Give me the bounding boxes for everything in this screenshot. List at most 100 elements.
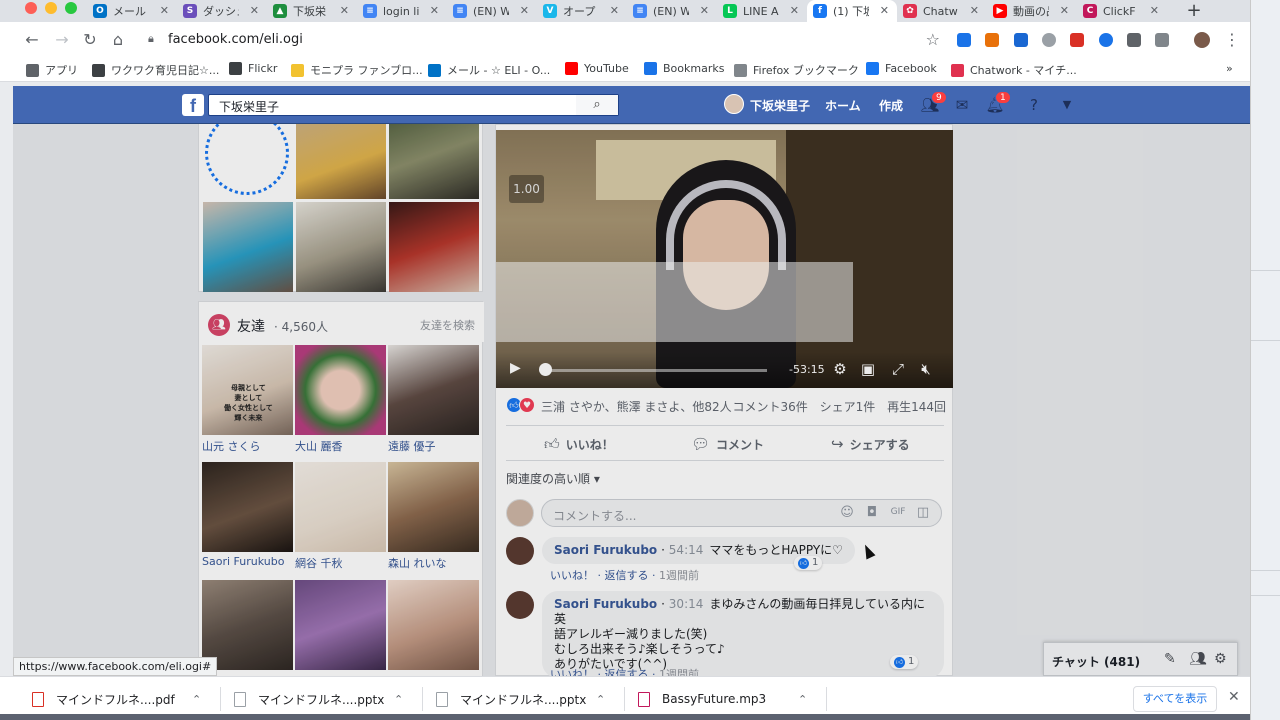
browser-tab[interactable]: ≡ login li ✕ bbox=[357, 0, 447, 22]
photo-thumbnail[interactable] bbox=[389, 124, 479, 199]
extension-icon-7[interactable] bbox=[1127, 33, 1141, 47]
friend-name[interactable]: 大山 麗香 bbox=[295, 438, 343, 454]
friend-name[interactable]: 網谷 千秋 bbox=[295, 555, 343, 571]
facebook-logo-icon[interactable]: f bbox=[182, 94, 204, 116]
bookmark-star-icon[interactable]: ☆ bbox=[926, 30, 940, 49]
browser-tab[interactable]: O メール ✕ bbox=[87, 0, 177, 22]
bookmark-item[interactable]: アプリ bbox=[26, 62, 78, 78]
fullscreen-icon[interactable]: ⤢ bbox=[889, 360, 907, 378]
comment-avatar[interactable] bbox=[506, 537, 534, 565]
comment-sort-dropdown[interactable]: 関連度の高い順 ▾ bbox=[506, 470, 600, 487]
close-tab-icon[interactable]: ✕ bbox=[250, 4, 259, 17]
close-tab-icon[interactable]: ✕ bbox=[880, 4, 889, 17]
close-window-button[interactable] bbox=[25, 2, 37, 14]
friend-photo[interactable] bbox=[295, 462, 386, 552]
download-item[interactable]: マインドフルネ....pptx ⌃ bbox=[234, 689, 414, 709]
bookmark-item[interactable]: ワクワク育児日記☆... bbox=[92, 62, 219, 78]
photo-thumbnail[interactable] bbox=[296, 124, 386, 199]
comment-age[interactable]: 1週間前 bbox=[659, 668, 699, 676]
close-tab-icon[interactable]: ✕ bbox=[430, 4, 439, 17]
emoji-icon[interactable]: ☺ bbox=[839, 505, 855, 520]
comment-timestamp[interactable]: 54:14 bbox=[669, 543, 704, 557]
bookmarks-more-icon[interactable]: » bbox=[1226, 62, 1233, 75]
home-icon[interactable]: ⌂ bbox=[108, 30, 128, 49]
browser-tab[interactable]: ≡ (EN) W ✕ bbox=[627, 0, 717, 22]
browser-tab[interactable]: C ClickF ✕ bbox=[1077, 0, 1167, 22]
user-avatar[interactable] bbox=[724, 94, 744, 114]
comment-author[interactable]: Saori Furukubo bbox=[554, 543, 657, 557]
maximize-window-button[interactable] bbox=[65, 2, 77, 14]
show-all-downloads-button[interactable]: すべてを表示 bbox=[1133, 686, 1217, 712]
browser-tab[interactable]: ✿ Chatw ✕ bbox=[897, 0, 987, 22]
create-link[interactable]: 作成 bbox=[879, 97, 903, 114]
comment-reply-link[interactable]: 返信する bbox=[605, 569, 649, 582]
search-icon[interactable]: ⌕ bbox=[576, 95, 618, 115]
bookmark-item[interactable]: YouTube bbox=[565, 62, 629, 75]
download-options-icon[interactable]: ⌃ bbox=[394, 693, 403, 706]
download-item[interactable]: BassyFuture.mp3 ⌃ bbox=[638, 689, 818, 709]
browser-menu-icon[interactable]: ⋮ bbox=[1224, 30, 1240, 49]
chat-label[interactable]: チャット (481) bbox=[1052, 653, 1140, 670]
friend-photo[interactable] bbox=[295, 580, 386, 670]
chat-bar[interactable]: チャット (481) ✎ 👥︎ ⚙ bbox=[1043, 642, 1238, 676]
reaction-names[interactable]: 三浦 さやか、熊澤 まさよ、他82人 bbox=[541, 398, 732, 415]
friend-photo[interactable] bbox=[295, 345, 386, 435]
address-bar[interactable]: 🔒︎ facebook.com/eli.ogi ☆ bbox=[140, 26, 950, 54]
browser-tab[interactable]: ≡ (EN) W ✕ bbox=[447, 0, 537, 22]
extension-icon-5[interactable] bbox=[1070, 33, 1084, 47]
friends-search-input[interactable]: 友達を検索 bbox=[412, 302, 484, 342]
home-link[interactable]: ホーム bbox=[825, 97, 861, 114]
comment-reply-link[interactable]: 返信する bbox=[605, 668, 649, 676]
group-chat-icon[interactable]: 👥︎ bbox=[1189, 651, 1207, 667]
browser-tab[interactable]: L LINE A ✕ bbox=[717, 0, 807, 22]
reload-icon[interactable]: ↻ bbox=[80, 30, 100, 49]
picture-in-picture-icon[interactable]: ▣ bbox=[859, 360, 877, 378]
profile-link[interactable]: 下坂栄里子 bbox=[750, 97, 810, 114]
close-tab-icon[interactable]: ✕ bbox=[700, 4, 709, 17]
bookmark-item[interactable]: Bookmarks bbox=[644, 62, 724, 75]
extension-icon-6[interactable] bbox=[1099, 33, 1113, 47]
like-button[interactable]: 👍︎ いいね！ bbox=[544, 435, 614, 454]
camera-icon[interactable]: ◘ bbox=[864, 505, 880, 520]
comment-reaction-count[interactable]: 👍︎ 1 bbox=[794, 556, 823, 570]
playback-speed[interactable]: 1.00 bbox=[509, 175, 544, 203]
comment-reaction-count[interactable]: 👍︎ 1 bbox=[890, 655, 919, 669]
play-icon[interactable]: ▶ bbox=[510, 360, 521, 376]
friends-title[interactable]: 友達 bbox=[237, 316, 265, 336]
extension-icon-1[interactable] bbox=[957, 33, 971, 47]
comment-avatar[interactable] bbox=[506, 591, 534, 619]
photo-thumbnail[interactable] bbox=[389, 202, 479, 292]
messenger-code-image[interactable] bbox=[205, 124, 289, 195]
browser-tab[interactable]: f (1) 下坂 ✕ bbox=[807, 0, 897, 22]
bookmark-item[interactable]: メール - ☆ ELI - O... bbox=[428, 62, 550, 78]
download-item[interactable]: マインドフルネ....pdf ⌃ bbox=[32, 689, 212, 709]
browser-tab[interactable]: S ダッシュ ✕ bbox=[177, 0, 267, 22]
minimize-window-button[interactable] bbox=[45, 2, 57, 14]
close-tab-icon[interactable]: ✕ bbox=[1060, 4, 1069, 17]
help-icon[interactable]: ? bbox=[1024, 95, 1044, 115]
comment-age[interactable]: 1週間前 bbox=[659, 569, 699, 582]
extension-icon-2[interactable] bbox=[985, 33, 999, 47]
friend-photo[interactable]: 母親として 妻として 働く女性として 輝く未来 bbox=[202, 345, 293, 435]
video-player[interactable]: 1.00 ▶ -53:15 ⚙ ▣ ⤢ 🔇︎ bbox=[496, 130, 953, 388]
address-url[interactable]: facebook.com/eli.ogi bbox=[168, 32, 303, 47]
close-tab-icon[interactable]: ✕ bbox=[610, 4, 619, 17]
new-tab-button[interactable]: + bbox=[1184, 0, 1204, 21]
download-options-icon[interactable]: ⌃ bbox=[798, 693, 807, 706]
search-value[interactable]: 下坂栄里子 bbox=[219, 98, 279, 115]
friend-photo[interactable] bbox=[388, 345, 479, 435]
profile-avatar[interactable] bbox=[1194, 32, 1210, 48]
bookmark-item[interactable]: Flickr bbox=[229, 62, 277, 75]
bookmark-item[interactable]: Chatwork - マイチ... bbox=[951, 62, 1077, 78]
download-options-icon[interactable]: ⌃ bbox=[192, 693, 201, 706]
close-downloads-icon[interactable]: ✕ bbox=[1228, 689, 1240, 705]
download-item[interactable]: マインドフルネ....pptx ⌃ bbox=[436, 689, 616, 709]
friend-name[interactable]: 遠藤 優子 bbox=[388, 438, 436, 454]
photo-thumbnail[interactable] bbox=[203, 202, 293, 292]
shares-count[interactable]: シェア1件 bbox=[820, 400, 876, 414]
photo-thumbnail[interactable] bbox=[296, 202, 386, 292]
sticker-icon[interactable]: ◫ bbox=[915, 505, 931, 520]
gif-icon[interactable]: GIF bbox=[890, 507, 906, 517]
extension-icon-4[interactable] bbox=[1042, 33, 1056, 47]
comment-button[interactable]: 💬︎ コメント bbox=[691, 435, 764, 453]
